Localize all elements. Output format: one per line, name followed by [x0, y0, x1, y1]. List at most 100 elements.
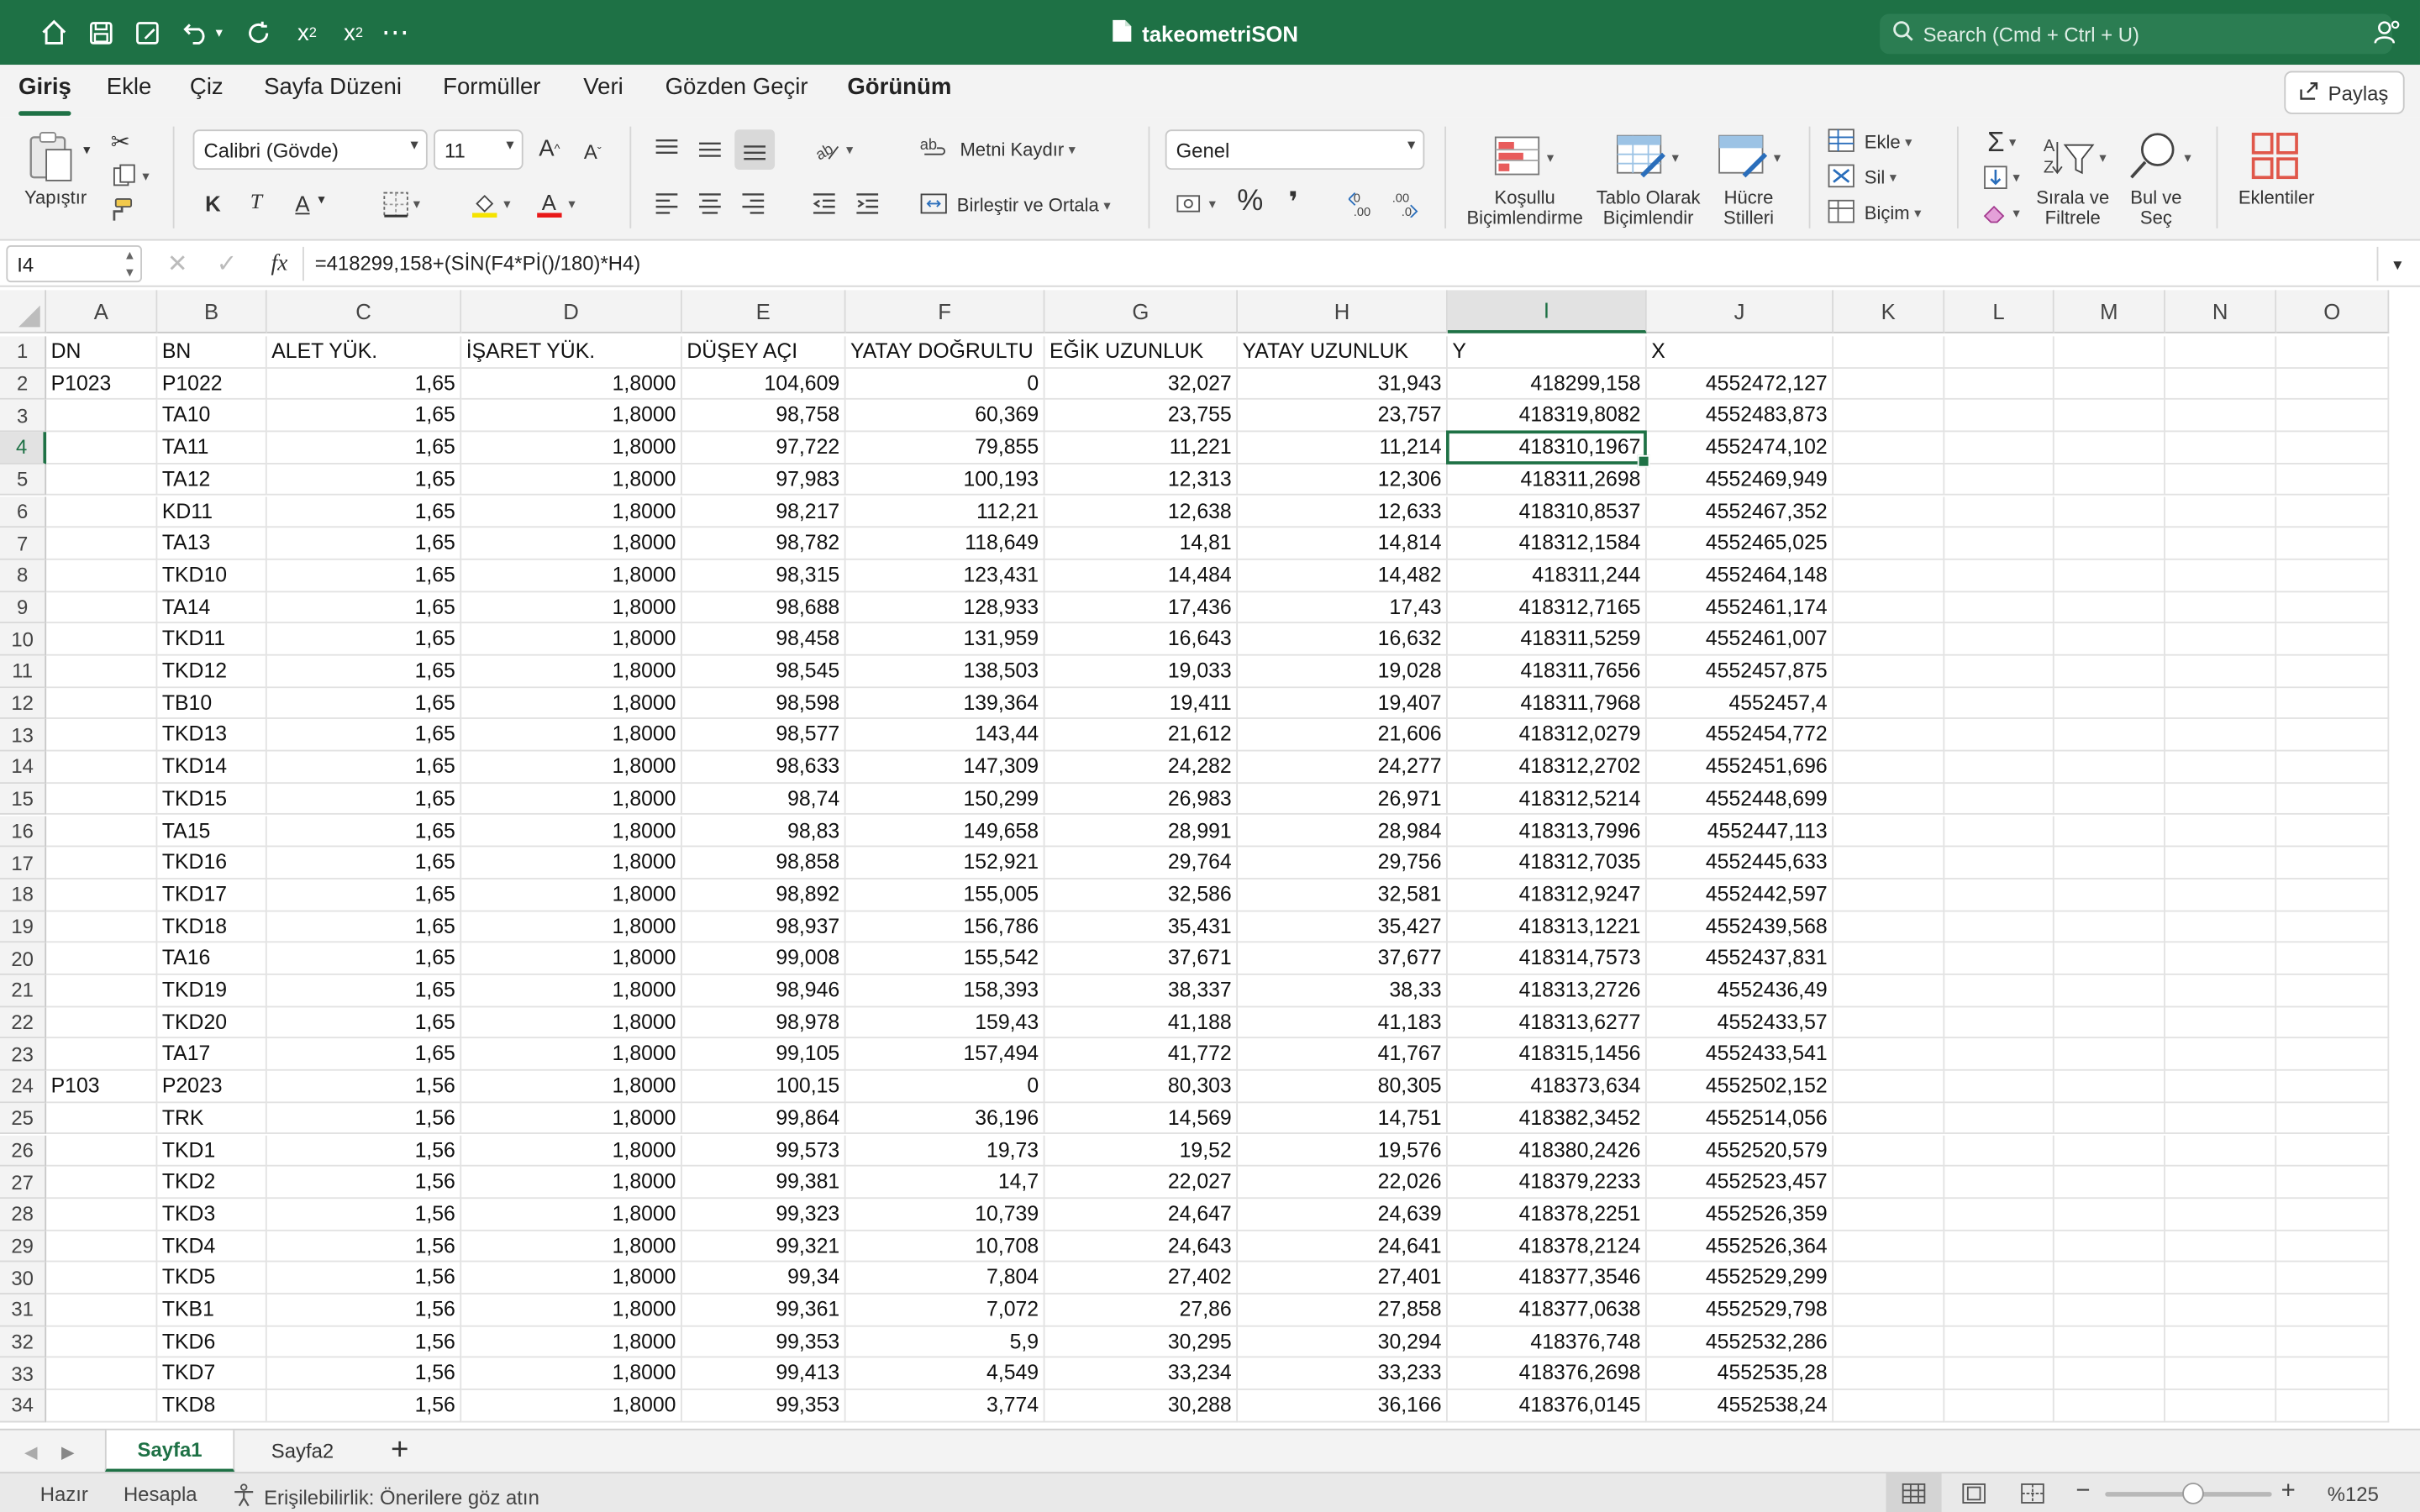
table-cell[interactable] — [1944, 1262, 2054, 1294]
table-cell[interactable]: 4552437,831 — [1646, 942, 1834, 975]
table-cell[interactable]: TKD11 — [157, 623, 267, 656]
superscript-icon[interactable]: x2 — [336, 15, 370, 49]
table-cell[interactable]: 98,83 — [681, 815, 846, 848]
table-cell[interactable] — [46, 528, 158, 560]
table-cell[interactable] — [2054, 559, 2165, 592]
table-cell[interactable]: 99,008 — [681, 942, 846, 975]
table-cell[interactable] — [1833, 687, 1945, 720]
table-cell[interactable]: 1,8000 — [461, 655, 682, 688]
table-cell[interactable] — [46, 974, 158, 1007]
row-header[interactable]: 17 — [0, 847, 47, 879]
table-cell[interactable]: 150,299 — [845, 783, 1045, 816]
table-cell[interactable]: 19,028 — [1238, 655, 1448, 688]
table-cell[interactable]: 155,542 — [845, 942, 1045, 975]
table-cell[interactable] — [1833, 1294, 1945, 1327]
row-header[interactable]: 4 — [0, 432, 47, 465]
table-cell[interactable] — [1833, 1358, 1945, 1391]
percent-style-button[interactable]: % — [1232, 185, 1269, 218]
table-cell[interactable]: TA14 — [157, 591, 267, 624]
table-cell[interactable] — [46, 911, 158, 943]
table-cell[interactable]: 4552442,597 — [1646, 879, 1834, 911]
table-cell[interactable]: TRK — [157, 1102, 267, 1135]
table-cell[interactable] — [1944, 432, 2054, 465]
table-cell[interactable] — [2165, 623, 2277, 656]
table-cell[interactable]: 4552439,568 — [1646, 911, 1834, 943]
table-cell[interactable]: 1,56 — [266, 1070, 462, 1103]
table-cell[interactable] — [1944, 591, 2054, 624]
table-cell[interactable]: 36,166 — [1238, 1390, 1448, 1423]
table-cell[interactable]: 23,757 — [1238, 400, 1448, 433]
table-cell[interactable]: TA11 — [157, 432, 267, 465]
table-cell[interactable] — [2165, 464, 2277, 496]
table-cell[interactable] — [2054, 1198, 2165, 1231]
format-painter-icon[interactable] — [105, 194, 136, 225]
table-cell[interactable]: 118,649 — [845, 528, 1045, 560]
table-cell[interactable]: 41,183 — [1238, 1006, 1448, 1039]
table-cell[interactable]: TA10 — [157, 400, 267, 433]
table-cell[interactable] — [1944, 719, 2054, 752]
table-cell[interactable]: TKD3 — [157, 1198, 267, 1231]
table-cell[interactable]: TKD17 — [157, 879, 267, 911]
table-cell[interactable]: 418312,2702 — [1447, 751, 1647, 784]
header-cell[interactable] — [1833, 336, 1945, 369]
table-cell[interactable]: 98,858 — [681, 847, 846, 879]
increase-indent-icon[interactable] — [849, 188, 886, 219]
table-cell[interactable] — [1833, 1262, 1945, 1294]
table-cell[interactable]: 19,576 — [1238, 1134, 1448, 1167]
tab-draw[interactable]: Çiz — [190, 74, 224, 100]
decrease-indent-icon[interactable] — [806, 188, 843, 219]
table-cell[interactable]: 0 — [845, 368, 1045, 401]
table-cell[interactable]: 19,52 — [1044, 1134, 1239, 1167]
zoom-slider-thumb[interactable] — [2182, 1483, 2204, 1504]
table-cell[interactable] — [1833, 655, 1945, 688]
column-header-o[interactable]: O — [2276, 290, 2390, 333]
column-header-i[interactable]: I — [1447, 290, 1647, 333]
table-cell[interactable]: 4552464,148 — [1646, 559, 1834, 592]
table-cell[interactable]: 4552433,541 — [1646, 1038, 1834, 1071]
table-cell[interactable] — [46, 751, 158, 784]
table-cell[interactable]: 1,56 — [266, 1102, 462, 1135]
save-as-icon[interactable] — [129, 15, 163, 49]
table-cell[interactable] — [46, 1198, 158, 1231]
table-cell[interactable] — [2276, 1262, 2390, 1294]
table-cell[interactable]: 99,105 — [681, 1038, 846, 1071]
table-cell[interactable]: 4552465,025 — [1646, 528, 1834, 560]
table-cell[interactable]: P1022 — [157, 368, 267, 401]
table-cell[interactable]: 418311,5259 — [1447, 623, 1647, 656]
share-button[interactable]: Paylaş — [2284, 71, 2405, 114]
table-cell[interactable]: 11,214 — [1238, 432, 1448, 465]
table-cell[interactable]: 418379,2233 — [1447, 1166, 1647, 1199]
table-cell[interactable]: 27,402 — [1044, 1262, 1239, 1294]
table-cell[interactable] — [1833, 1230, 1945, 1263]
table-cell[interactable]: 4552469,949 — [1646, 464, 1834, 496]
table-cell[interactable]: 41,188 — [1044, 1006, 1239, 1039]
autosum-icon[interactable]: Σ ▾ — [1975, 126, 2028, 158]
table-cell[interactable] — [2165, 1230, 2277, 1263]
table-cell[interactable] — [2054, 1390, 2165, 1423]
row-header[interactable]: 33 — [0, 1358, 47, 1391]
table-cell[interactable]: 7,804 — [845, 1262, 1045, 1294]
table-cell[interactable]: 60,369 — [845, 400, 1045, 433]
table-cell[interactable] — [1944, 1070, 2054, 1103]
subscript-icon[interactable]: x2 — [290, 15, 324, 49]
table-cell[interactable] — [2165, 1390, 2277, 1423]
table-cell[interactable] — [2054, 719, 2165, 752]
table-cell[interactable] — [46, 1038, 158, 1071]
table-cell[interactable] — [2276, 974, 2390, 1007]
table-cell[interactable]: 1,8000 — [461, 1038, 682, 1071]
accessibility-button[interactable]: Erişilebilirlik: Önerilere göz atın — [232, 1483, 539, 1512]
table-cell[interactable] — [2054, 783, 2165, 816]
table-cell[interactable]: 1,65 — [266, 879, 462, 911]
header-cell[interactable]: DN — [46, 336, 158, 369]
row-header[interactable]: 31 — [0, 1294, 47, 1327]
table-cell[interactable] — [2276, 1294, 2390, 1327]
table-cell[interactable]: 1,56 — [266, 1390, 462, 1423]
table-cell[interactable] — [2054, 1134, 2165, 1167]
table-cell[interactable]: 1,65 — [266, 783, 462, 816]
table-cell[interactable] — [2054, 528, 2165, 560]
table-cell[interactable]: 1,8000 — [461, 1326, 682, 1359]
table-cell[interactable]: 14,484 — [1044, 559, 1239, 592]
table-cell[interactable]: 1,65 — [266, 528, 462, 560]
table-cell[interactable]: 159,43 — [845, 1006, 1045, 1039]
table-cell[interactable]: 1,8000 — [461, 1006, 682, 1039]
